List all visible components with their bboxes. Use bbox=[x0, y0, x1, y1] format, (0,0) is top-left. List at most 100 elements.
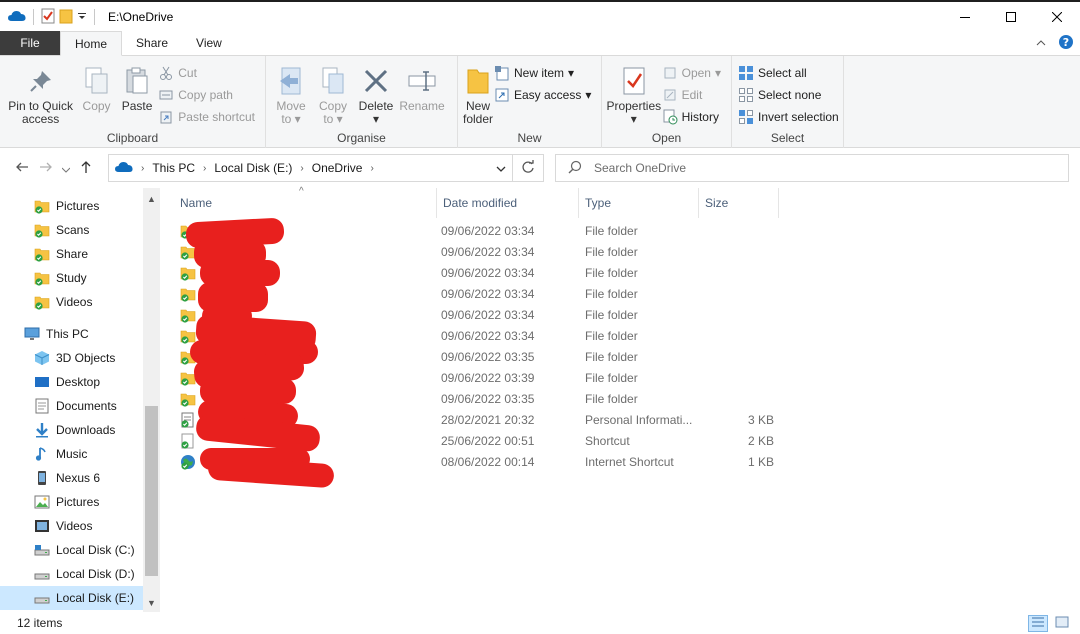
file-date: 09/06/2022 03:34 bbox=[441, 308, 535, 322]
maximize-button[interactable] bbox=[988, 2, 1034, 32]
nav-item-label: Desktop bbox=[56, 375, 101, 389]
nav-item-scans[interactable]: Scans bbox=[0, 218, 143, 242]
nav-item-label: This PC bbox=[46, 327, 89, 341]
file-type: File folder bbox=[585, 308, 638, 322]
nav-item-desktop[interactable]: Desktop bbox=[0, 370, 143, 394]
recent-locations-button[interactable] bbox=[58, 156, 74, 180]
column-header-date[interactable]: Date modified bbox=[436, 188, 579, 218]
nav-item-label: Videos bbox=[56, 295, 93, 309]
breadcrumb-onedrive[interactable]: OneDrive bbox=[312, 161, 363, 175]
folder-sync-icon bbox=[34, 198, 50, 214]
nav-item-label: Nexus 6 bbox=[56, 471, 101, 485]
copy-path-button[interactable]: Copy path bbox=[158, 85, 261, 105]
details-view-button[interactable] bbox=[1028, 615, 1048, 632]
scroll-up-icon[interactable]: ▲ bbox=[143, 190, 160, 207]
nav-item-this-pc[interactable]: This PC bbox=[0, 322, 143, 346]
window-title: E:\OneDrive bbox=[108, 10, 174, 24]
close-button[interactable] bbox=[1034, 2, 1080, 32]
tab-share[interactable]: Share bbox=[122, 31, 182, 55]
easy-access-button[interactable]: Easy access ▾ bbox=[494, 85, 597, 105]
folder-icon bbox=[180, 265, 196, 281]
nav-item-videos[interactable]: Videos bbox=[0, 290, 143, 314]
scroll-down-icon[interactable]: ▼ bbox=[143, 594, 160, 611]
nav-item-label: Downloads bbox=[56, 423, 116, 437]
file-icon bbox=[180, 412, 196, 428]
up-button[interactable] bbox=[74, 156, 98, 180]
nav-item-pictures[interactable]: Pictures bbox=[0, 490, 143, 514]
file-type: File folder bbox=[585, 350, 638, 364]
refresh-button[interactable] bbox=[513, 155, 543, 181]
select-none-button[interactable]: Select none bbox=[738, 85, 845, 105]
new-folder-qat-icon[interactable] bbox=[59, 8, 73, 27]
back-button[interactable] bbox=[10, 156, 34, 180]
file-date: 28/02/2021 20:32 bbox=[441, 413, 535, 427]
details-view-icon bbox=[1031, 616, 1045, 631]
nav-item-label: Local Disk (C:) bbox=[56, 543, 135, 557]
nav-item-study[interactable]: Study bbox=[0, 266, 143, 290]
file-row[interactable]: 09/06/2022 03:34 File folder bbox=[176, 284, 796, 305]
forward-button[interactable] bbox=[34, 156, 58, 180]
help-icon[interactable]: ? bbox=[1058, 34, 1074, 53]
chevron-down-icon bbox=[496, 161, 506, 175]
tab-home[interactable]: Home bbox=[60, 31, 123, 56]
nav-item-label: 3D Objects bbox=[56, 351, 116, 365]
search-box[interactable]: Search OneDrive bbox=[555, 154, 1069, 182]
paste-shortcut-button[interactable]: Paste shortcut bbox=[158, 107, 261, 127]
nav-item-documents[interactable]: Documents bbox=[0, 394, 143, 418]
file-date: 09/06/2022 03:35 bbox=[441, 392, 535, 406]
nav-item-nexus-6[interactable]: Nexus 6 bbox=[0, 466, 143, 490]
column-header-type[interactable]: Type bbox=[579, 188, 699, 218]
edit-button[interactable]: Edit bbox=[662, 85, 727, 105]
nav-item-3d-objects[interactable]: 3D Objects bbox=[0, 346, 143, 370]
nav-item-local-disk-c[interactable]: Local Disk (C:) bbox=[0, 538, 143, 562]
qat-dropdown-icon[interactable] bbox=[77, 10, 87, 24]
large-icons-view-button[interactable] bbox=[1052, 615, 1072, 632]
nav-item-share[interactable]: Share bbox=[0, 242, 143, 266]
minimize-button[interactable] bbox=[942, 2, 988, 32]
nav-item-local-disk-d[interactable]: Local Disk (D:) bbox=[0, 562, 143, 586]
file-date: 09/06/2022 03:34 bbox=[441, 266, 535, 280]
new-item-button[interactable]: New item ▾ bbox=[494, 63, 597, 83]
scrollbar-thumb[interactable] bbox=[145, 406, 158, 576]
navigation-bar: › This PC › Local Disk (E:) › OneDrive ›… bbox=[0, 148, 1080, 188]
properties-qat-icon[interactable] bbox=[41, 8, 55, 27]
group-label-new: New bbox=[517, 131, 542, 145]
shortcut-icon bbox=[180, 433, 196, 449]
nav-item-music[interactable]: Music bbox=[0, 442, 143, 466]
breadcrumb-local-disk-e[interactable]: Local Disk (E:) bbox=[214, 161, 292, 175]
history-button[interactable]: History bbox=[662, 107, 727, 127]
file-size: 1 KB bbox=[748, 455, 775, 469]
column-header-size[interactable]: Size bbox=[699, 188, 779, 218]
navigation-scrollbar[interactable]: ▲ ▼ bbox=[143, 188, 160, 612]
address-history-dropdown[interactable] bbox=[489, 155, 513, 181]
cut-button[interactable]: Cut bbox=[158, 63, 261, 83]
nav-item-downloads[interactable]: Downloads bbox=[0, 418, 143, 442]
select-group: Select all Select none Invert selection … bbox=[732, 56, 844, 148]
open-button[interactable]: Open ▾ bbox=[662, 63, 727, 83]
select-all-icon bbox=[738, 65, 754, 81]
file-date: 09/06/2022 03:35 bbox=[441, 350, 535, 364]
file-date: 08/06/2022 00:14 bbox=[441, 455, 535, 469]
tab-file[interactable]: File bbox=[0, 31, 60, 55]
address-bar[interactable]: › This PC › Local Disk (E:) › OneDrive › bbox=[108, 154, 544, 182]
nav-item-label: Local Disk (E:) bbox=[56, 591, 135, 605]
nav-item-pictures[interactable]: Pictures bbox=[0, 194, 143, 218]
collapse-ribbon-icon[interactable] bbox=[1036, 36, 1046, 50]
column-header-name[interactable]: Name bbox=[174, 188, 436, 218]
group-label-clipboard: Clipboard bbox=[106, 131, 159, 145]
file-type: File folder bbox=[585, 245, 638, 259]
folder-icon bbox=[180, 286, 196, 302]
group-label-open: Open bbox=[651, 131, 682, 145]
tab-view[interactable]: View bbox=[182, 31, 236, 55]
arrow-right-icon bbox=[39, 160, 53, 176]
nav-item-local-disk-e[interactable]: Local Disk (E:) bbox=[0, 586, 143, 610]
invert-selection-button[interactable]: Invert selection bbox=[738, 107, 845, 127]
file-size: 2 KB bbox=[748, 434, 775, 448]
pc-icon bbox=[24, 326, 40, 342]
breadcrumb-this-pc[interactable]: This PC bbox=[152, 161, 195, 175]
nav-item-label: Local Disk (D:) bbox=[56, 567, 135, 581]
select-all-button[interactable]: Select all bbox=[738, 63, 845, 83]
large-icons-view-icon bbox=[1055, 616, 1069, 631]
nav-item-videos[interactable]: Videos bbox=[0, 514, 143, 538]
nav-item-label: Pictures bbox=[56, 495, 100, 509]
